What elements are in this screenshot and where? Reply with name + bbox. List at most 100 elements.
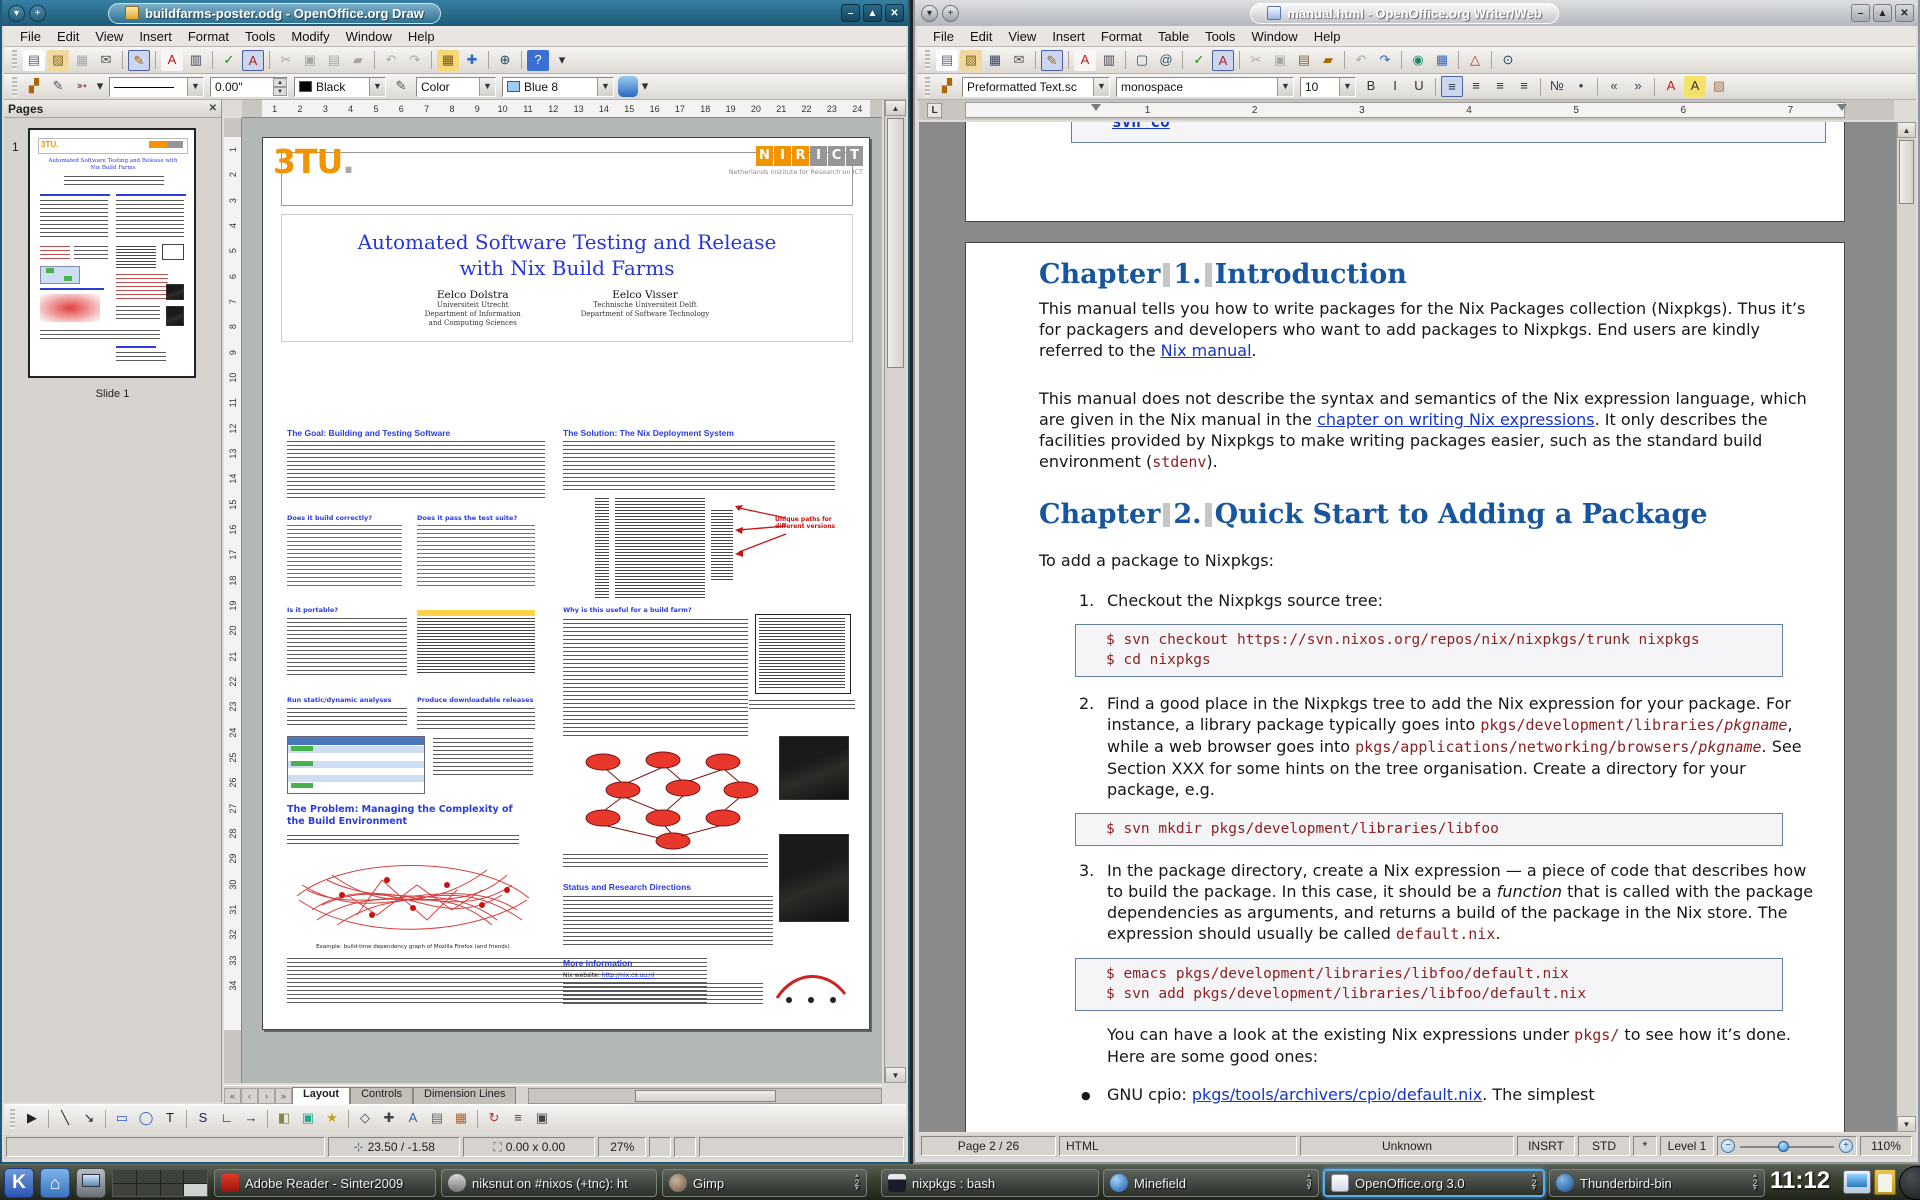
draw-canvas[interactable]: 3TU. NIRICT Netherlands Institute for Re… [242,118,882,1083]
task-konversation[interactable]: niksnut on #nixos (+tnc): ht [441,1169,657,1197]
draw-titlebar[interactable]: ▾ + buildfarms-poster.odg - OpenOffice.o… [2,0,908,26]
new-document-icon[interactable]: ▤ [936,50,958,71]
toolbar-grip[interactable] [10,1109,15,1129]
shade-button[interactable]: ▾ [921,5,938,22]
autospellcheck-icon[interactable]: A [242,50,264,71]
styles-icon[interactable]: ▞ [936,76,958,97]
chart-icon[interactable]: ▦ [437,50,459,71]
line-dialog-icon[interactable]: ✎ [47,76,69,97]
scrollbar-thumb[interactable] [887,118,904,368]
draw-menu-5[interactable]: Tools [237,27,283,46]
lines-arrows-icon[interactable]: → [240,1108,262,1129]
nix-website-link[interactable]: http://nix.cs.uu.nl [602,972,655,979]
underline-button[interactable]: U [1408,76,1430,97]
cut-icon[interactable]: ✂ [275,50,297,71]
task-thunderbird[interactable]: Thunderbird-bin ▲2▼ [1549,1169,1765,1197]
scrollbar-thumb[interactable] [1899,140,1914,204]
scroll-down-icon[interactable]: ▼ [1897,1116,1916,1132]
display-settings-button[interactable] [76,1168,106,1198]
fill-type-combo[interactable]: Color▼ [416,77,496,97]
font-color-button[interactable]: A [1660,76,1682,97]
maximize-button[interactable]: ▲ [863,4,882,22]
tab-dimension-lines[interactable]: Dimension Lines [413,1087,516,1104]
line-tool-icon[interactable]: ╲ [54,1108,76,1129]
fontwork-icon[interactable]: A [402,1108,424,1129]
scrollbar-thumb[interactable] [635,1090,776,1102]
3d-objects-icon[interactable]: ◧ [273,1108,295,1129]
toolbar-overflow-icon[interactable]: ▾ [551,50,573,71]
styles-icon[interactable]: ▞ [23,76,45,97]
home-button[interactable]: ⌂ [40,1168,70,1198]
writer-menu-4[interactable]: Format [1093,27,1150,46]
toolbar-grip[interactable] [925,77,930,97]
bold-button[interactable]: B [1360,76,1382,97]
indent-marker[interactable] [1837,104,1847,111]
font-name-combo[interactable]: monospace▼ [1116,77,1294,97]
draw-menu-7[interactable]: Window [338,27,400,46]
close-icon[interactable]: ✕ [209,103,217,114]
zoom-out-icon[interactable]: − [1721,1139,1735,1153]
writer-vertical-scrollbar[interactable]: ▲ ▼ [1896,122,1916,1132]
poster-page[interactable]: 3TU. NIRICT Netherlands Institute for Re… [262,137,870,1030]
edit-points-icon[interactable]: ◇ [354,1108,376,1129]
arrow-line-tool-icon[interactable]: ↘ [78,1108,100,1129]
chevron-down-icon[interactable]: ▼ [1339,78,1355,96]
ellipse-tool-icon[interactable]: ◯ [135,1108,157,1129]
slide-thumbnail[interactable]: 3TU. Automated Software Testing and Rele… [28,128,196,378]
last-page-icon[interactable]: » [275,1088,292,1104]
copy-icon[interactable]: ▣ [1269,50,1291,71]
font-size-combo[interactable]: 10▼ [1300,77,1356,97]
from-file-icon[interactable]: ▤ [426,1108,448,1129]
increase-indent-button[interactable]: » [1627,76,1649,97]
next-page-icon[interactable]: › [258,1088,275,1104]
draw-menu-6[interactable]: Modify [283,27,337,46]
minimize-button[interactable]: – [841,4,860,22]
tab-layout[interactable]: Layout [292,1087,350,1104]
desktop-4[interactable] [184,1170,207,1183]
curve-tool-icon[interactable]: S [192,1108,214,1129]
writer-horizontal-ruler[interactable]: L 1234567 [919,100,1894,120]
undo-icon[interactable]: ↶ [1350,50,1372,71]
spellcheck-icon[interactable]: ✓ [1188,50,1210,71]
tray-display-icon[interactable] [1843,1170,1871,1194]
format-paintbrush-icon[interactable]: ▰ [347,50,369,71]
print-icon[interactable]: ▥ [1098,50,1120,71]
slide-label[interactable]: Slide 1 [4,388,221,400]
maximize-button[interactable]: ▲ [1873,4,1892,22]
draw-menu-0[interactable]: File [12,27,49,46]
export-pdf-icon[interactable]: A [1074,50,1096,71]
desktop-1[interactable] [113,1170,136,1183]
fill-dialog-icon[interactable]: ✎ [390,76,412,97]
hyperlink[interactable]: Nix manual [1161,341,1252,360]
desktop-7[interactable] [161,1184,184,1197]
chevron-down-icon[interactable]: ▼ [187,78,203,96]
page-number-cell[interactable]: Page 2 / 26 [921,1136,1056,1156]
scroll-down-icon[interactable]: ▼ [885,1067,906,1083]
arrow-style-icon[interactable]: ➳ [71,76,93,97]
tabstop-selector[interactable]: L [927,103,942,118]
writer-menu-2[interactable]: View [1000,27,1044,46]
undo-icon[interactable]: ↶ [380,50,402,71]
text-tool-icon[interactable]: T [159,1108,181,1129]
vertical-ruler[interactable]: 1234567891011121314151617181920212223242… [224,118,242,1083]
desktop-5[interactable] [113,1184,136,1197]
navigator-icon[interactable]: ✚ [461,50,483,71]
background-color-button[interactable]: ▧ [1708,76,1730,97]
draw-menu-2[interactable]: View [87,27,131,46]
cut-icon[interactable]: ✂ [1245,50,1267,71]
cursor-position-cell[interactable]: ⊹23.50 / -1.58 [328,1137,460,1157]
insert-mode-cell[interactable]: INSRT [1517,1136,1575,1156]
arrow-style-dropdown-icon[interactable]: ▾ [95,76,105,97]
writer-menu-0[interactable]: File [925,27,962,46]
desktop-6[interactable] [137,1184,160,1197]
language-cell[interactable]: Unknown [1300,1136,1514,1156]
decrease-indent-button[interactable]: « [1603,76,1625,97]
spin-down-icon[interactable]: ▼ [273,87,287,96]
autospellcheck-icon[interactable]: A [1212,50,1234,71]
writer-menu-1[interactable]: Edit [962,27,1000,46]
writer-menu-8[interactable]: Help [1306,27,1349,46]
highlight-button[interactable]: A [1684,76,1706,97]
justify-button[interactable]: ≡ [1513,76,1535,97]
draw-horizontal-scrollbar[interactable] [528,1088,882,1104]
numbered-list-button[interactable]: № [1546,76,1568,97]
